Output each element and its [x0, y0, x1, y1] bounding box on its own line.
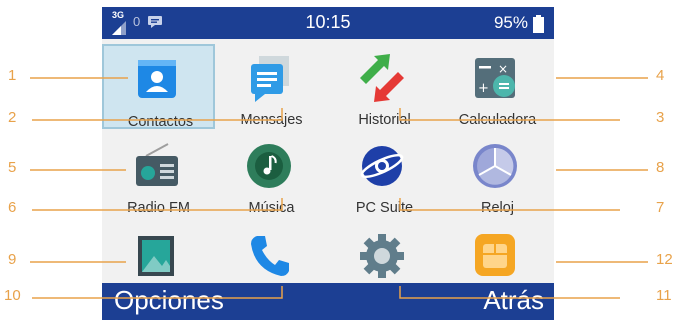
svg-text:+: + [478, 81, 489, 96]
app-calculadora[interactable]: × + Calculadora [441, 44, 554, 129]
app-musica[interactable]: Música [215, 132, 328, 217]
status-bar: 3G 0 10:15 95% [102, 7, 554, 39]
app-contactos[interactable]: Contactos [102, 44, 215, 130]
clock-time: 10:15 [305, 12, 351, 32]
phone-icon [251, 236, 289, 276]
app-pc-suite[interactable]: PC Suite [328, 132, 441, 217]
pc-suite-icon [360, 146, 404, 186]
callout-number: 7 [656, 199, 665, 216]
callout-number: 4 [656, 67, 665, 84]
options-softkey[interactable]: Opciones [114, 285, 224, 316]
contacts-icon [138, 60, 176, 98]
messages-icon [251, 56, 289, 102]
back-softkey[interactable]: Atrás [483, 285, 544, 316]
callout-number: 1 [8, 67, 17, 84]
gallery-icon [138, 236, 174, 276]
battery-percent: 95% [493, 13, 528, 32]
callout-number: 10 [4, 287, 21, 304]
app-mensajes[interactable]: Mensajes [215, 44, 328, 129]
callout-number: 8 [656, 159, 665, 176]
clock-icon [473, 144, 517, 188]
calculator-icon: × + [475, 58, 515, 98]
app-label: Reloj [480, 200, 515, 216]
callout-number: 11 [656, 287, 672, 304]
call-history-icon [360, 54, 404, 102]
app-radio-fm[interactable]: Radio FM [102, 132, 215, 217]
app-reloj[interactable]: Reloj [441, 132, 554, 217]
app-grid: Contactos Mensajes Historial × + Calcula… [102, 39, 554, 294]
app-label: Calculadora [458, 112, 537, 128]
callout-number: 12 [656, 251, 673, 268]
svg-text:×: × [498, 62, 508, 76]
callout-number: 3 [656, 109, 665, 126]
music-icon [247, 144, 291, 188]
battery-icon [533, 15, 544, 33]
sim-icon [475, 234, 515, 276]
settings-icon [360, 234, 404, 278]
callout-number: 6 [8, 199, 17, 216]
phone-screen: 3G 0 10:15 95% Contactos Mensajes Histor… [102, 7, 554, 320]
callout-number: 2 [8, 109, 17, 126]
radio-icon [136, 143, 178, 186]
callout-number: 9 [8, 251, 17, 268]
app-historial[interactable]: Historial [328, 44, 441, 129]
callout-number: 5 [8, 159, 17, 176]
softkey-bar: Opciones Atrás [102, 283, 554, 320]
